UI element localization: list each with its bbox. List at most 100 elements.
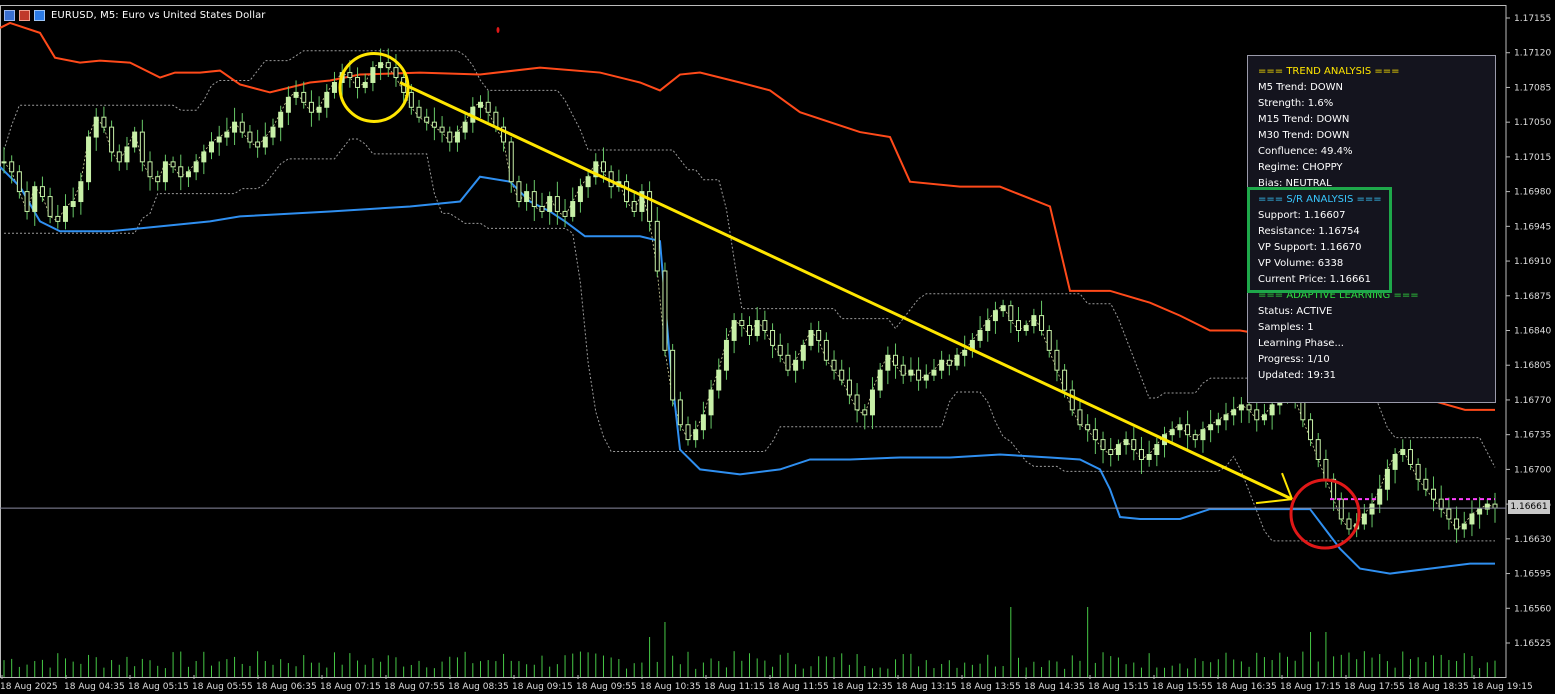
candle-body [454, 131, 460, 143]
candle-body [662, 270, 668, 351]
candle-body [539, 205, 545, 212]
candle-body [278, 111, 284, 128]
candle-body [109, 126, 115, 153]
candle-body [862, 409, 868, 416]
candle-body [1323, 458, 1329, 480]
time-tick-label: 18 Aug 11:15 [704, 682, 765, 692]
sr-header: === S/R ANALYSIS === [1258, 194, 1382, 205]
candle-body [1015, 320, 1021, 332]
candle-body [70, 201, 76, 207]
time-tick-label: 18 Aug 14:35 [1024, 682, 1085, 692]
candle-body [570, 201, 576, 217]
time-tick-label: 18 Aug 07:55 [384, 682, 445, 692]
candle-body [1315, 439, 1321, 460]
trend-line: Regime: CHOPPY [1258, 162, 1343, 173]
candle-body [716, 369, 722, 391]
candle-body [1092, 429, 1098, 441]
chart-grid-icon[interactable] [34, 9, 45, 21]
price-tick-label: 1.17120 [1514, 49, 1551, 59]
sr-line: Support: 1.16607 [1258, 210, 1346, 221]
candle-body [700, 414, 706, 431]
chart-window[interactable]: 1.17155 1.17120 1.17085 1.17050 1.17015 1.169… [0, 0, 1555, 694]
candle-body [1200, 429, 1206, 441]
candle-body [1392, 454, 1398, 470]
candle-body [1069, 389, 1075, 411]
candle-body [1115, 444, 1121, 456]
sr-line: Current Price: 1.16661 [1258, 274, 1372, 285]
candle-body [16, 171, 22, 193]
candle-body [216, 136, 222, 143]
candle-body [78, 181, 84, 203]
candle-body [462, 121, 468, 133]
candle-body [1415, 463, 1421, 480]
price-tick-label: 1.16595 [1514, 570, 1551, 580]
candle-body [224, 131, 230, 138]
price-tick-label: 1.16875 [1514, 292, 1551, 302]
candle-body [708, 389, 714, 416]
candle-body [785, 354, 791, 371]
price-tick-label: 1.17050 [1514, 118, 1551, 128]
candle-body [1454, 518, 1460, 530]
candle-body [439, 126, 445, 133]
candle-body [1215, 419, 1221, 426]
chart-menu-icon[interactable] [4, 9, 15, 21]
time-tick-label: 18 Aug 05:55 [192, 682, 253, 692]
candle-body [508, 141, 514, 183]
candle-body [893, 354, 899, 366]
candle-body [331, 81, 337, 93]
price-tick-label: 1.17085 [1514, 83, 1551, 93]
candle-body [1039, 315, 1045, 332]
candle-body [808, 330, 814, 346]
candle-body [1138, 449, 1144, 460]
candle-body [793, 359, 799, 371]
candle-body [293, 91, 299, 98]
candle-body [1400, 449, 1406, 456]
candle-body [1384, 468, 1390, 490]
time-tick-label: 18 Aug 18:35 [1408, 682, 1469, 692]
candle-body [923, 374, 929, 381]
candle-body [1000, 305, 1006, 312]
volume-histogram [3, 607, 1496, 677]
candle-body [316, 106, 322, 113]
price-tick-label: 1.16910 [1514, 257, 1551, 267]
candle-body [939, 359, 945, 371]
candle-body [408, 91, 414, 108]
time-tick-label: 18 Aug 17:55 [1344, 682, 1405, 692]
candle-body [1369, 503, 1375, 515]
sr-line: VP Support: 1.16670 [1258, 242, 1362, 253]
candle-body [139, 131, 145, 163]
candle-body [1223, 414, 1229, 421]
candle-body [624, 181, 630, 203]
candle-body [1461, 523, 1467, 530]
candle-body [900, 364, 906, 376]
candle-body [531, 191, 537, 207]
time-tick-label: 18 Aug 07:15 [320, 682, 381, 692]
candle-body [101, 116, 107, 128]
candle-body [378, 62, 384, 69]
candle-body [1492, 503, 1498, 509]
learning-line: Progress: 1/10 [1258, 354, 1330, 365]
time-tick-label: 18 Aug 08:35 [448, 682, 509, 692]
candle-body [362, 81, 368, 88]
time-tick-label: 18 Aug 06:35 [256, 682, 317, 692]
candle-body [962, 349, 968, 356]
candle-body [600, 161, 606, 173]
time-tick-label: 18 Aug 19:15 [1472, 682, 1533, 692]
trend-line: M15 Trend: DOWN [1258, 114, 1350, 125]
trend-arrow-head [1255, 498, 1293, 505]
sr-line: VP Volume: 6338 [1258, 258, 1344, 269]
candle-body [1238, 404, 1244, 411]
candle-body [977, 330, 983, 341]
chart-flag-icon[interactable] [19, 9, 30, 21]
time-tick-label: 18 Aug 11:55 [768, 682, 829, 692]
candle-body [162, 161, 168, 183]
candle-body [1208, 424, 1214, 431]
candle-body [1231, 409, 1237, 416]
trend-header: === TREND ANALYSIS === [1258, 66, 1400, 77]
candle-body [416, 106, 422, 118]
price-tick-label: 1.17155 [1514, 14, 1551, 24]
price-tick-label: 1.16770 [1514, 396, 1551, 406]
candle-body [132, 131, 138, 148]
candle-body [1169, 429, 1175, 436]
candle-body [1431, 488, 1437, 500]
